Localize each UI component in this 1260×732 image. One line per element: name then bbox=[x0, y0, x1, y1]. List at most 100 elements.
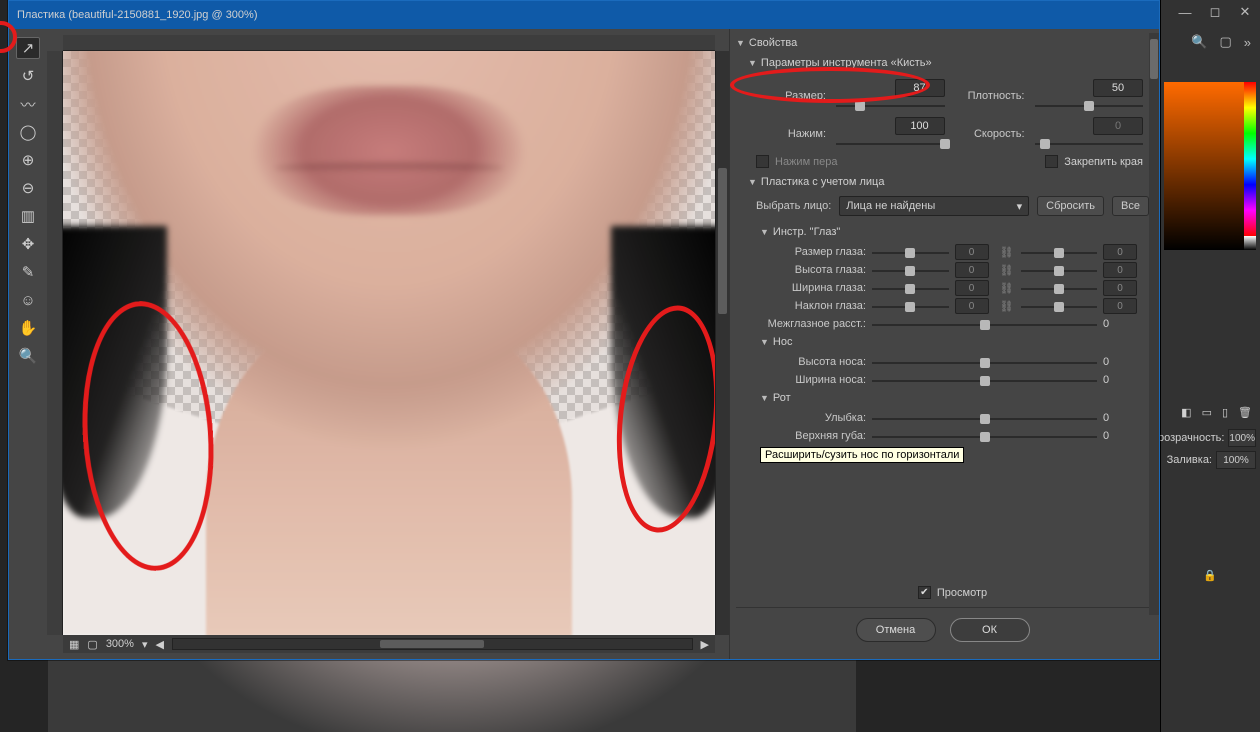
lock-icon[interactable]: 🔒 bbox=[1203, 569, 1217, 582]
dialog-footer: Отмена ОК bbox=[736, 607, 1149, 651]
link-icon[interactable]: ⛓ bbox=[1001, 245, 1013, 259]
eye-height-val-l[interactable]: 0 bbox=[955, 262, 989, 278]
eye-width-val-r[interactable]: 0 bbox=[1103, 280, 1137, 296]
brush-size-value[interactable]: 87 bbox=[895, 79, 945, 97]
tool-freeze-mask[interactable]: ✥ bbox=[16, 233, 40, 255]
tool-face[interactable]: ☺ bbox=[16, 289, 40, 311]
eye-height-val-r[interactable]: 0 bbox=[1103, 262, 1137, 278]
new-icon[interactable]: ▯ bbox=[1222, 406, 1228, 419]
eye-height-slider-r[interactable] bbox=[1021, 264, 1098, 278]
zoom-value[interactable]: 300% bbox=[106, 638, 134, 650]
liquify-canvas-area: ▦ ▢ 300% ▾ ◀ ▶ bbox=[47, 35, 729, 653]
scroll-right-icon[interactable]: ▶ bbox=[701, 638, 709, 651]
tool-forward-warp[interactable]: ↗ bbox=[16, 37, 40, 59]
tool-pucker[interactable]: ⊕ bbox=[16, 149, 40, 171]
liquify-canvas[interactable] bbox=[63, 51, 715, 635]
background-document-canvas bbox=[48, 660, 856, 732]
eye-width-slider-r[interactable] bbox=[1021, 282, 1098, 296]
window-minimize[interactable]: — bbox=[1170, 0, 1200, 24]
window-close[interactable]: ✕ bbox=[1230, 0, 1260, 24]
tool-bloat[interactable]: ⊖ bbox=[16, 177, 40, 199]
tool-push-left[interactable]: ▥ bbox=[16, 205, 40, 227]
ok-button[interactable]: ОК bbox=[950, 618, 1030, 642]
mouth-header[interactable]: ▼Рот bbox=[736, 388, 1149, 408]
layers-mini-panel: ◧ ▭ ▯ 🗑 розрачность: 100% Заливка: 100% … bbox=[1164, 400, 1256, 582]
eye-tilt-val-r[interactable]: 0 bbox=[1103, 298, 1137, 314]
preview-check[interactable]: ✔Просмотр bbox=[736, 582, 1149, 607]
eye-width-val-l[interactable]: 0 bbox=[955, 280, 989, 296]
eye-dist-slider[interactable] bbox=[872, 318, 1097, 332]
liquify-tools: ↗ ↺ 〰 ◯ ⊕ ⊖ ▥ ✥ ✎ ☺ ✋ 🔍 bbox=[9, 29, 47, 659]
properties-header[interactable]: ▼Свойства bbox=[736, 33, 1149, 53]
brush-pressure-value[interactable]: 100 bbox=[895, 117, 945, 135]
brush-size-slider[interactable] bbox=[836, 99, 945, 113]
face-aware-header[interactable]: ▼Пластика с учетом лица bbox=[736, 172, 1149, 192]
eye-tilt-val-l[interactable]: 0 bbox=[955, 298, 989, 314]
view-grid-icon[interactable]: ▦ bbox=[69, 638, 79, 651]
search-icon[interactable]: 🔍 bbox=[1191, 34, 1207, 50]
color-picker-panel[interactable] bbox=[1164, 82, 1256, 250]
view-single-icon[interactable]: ▢ bbox=[87, 638, 97, 651]
tool-thaw-mask[interactable]: ✎ bbox=[16, 261, 40, 283]
fill-value[interactable]: 100% bbox=[1216, 451, 1256, 469]
window-maximize[interactable]: ◻ bbox=[1200, 0, 1230, 24]
annotation-ellipse-left bbox=[74, 297, 223, 575]
nose-header[interactable]: ▼Нос bbox=[736, 332, 1149, 352]
nose-width-val[interactable]: 0 bbox=[1103, 374, 1143, 386]
eye-size-slider-l[interactable] bbox=[872, 246, 949, 260]
tool-hand[interactable]: ✋ bbox=[16, 317, 40, 339]
nose-height-slider[interactable] bbox=[872, 356, 1097, 370]
annotation-ellipse-right bbox=[606, 300, 715, 537]
smile-slider[interactable] bbox=[872, 412, 1097, 426]
cancel-button[interactable]: Отмена bbox=[856, 618, 936, 642]
scroll-left-icon[interactable]: ◀ bbox=[155, 638, 163, 651]
brush-pressure-slider[interactable] bbox=[836, 137, 945, 151]
link-icon[interactable]: ⛓ bbox=[1001, 299, 1013, 313]
upper-lip-slider[interactable] bbox=[872, 430, 1097, 444]
link-icon[interactable]: ⛓ bbox=[1001, 263, 1013, 277]
brush-density-value[interactable]: 50 bbox=[1093, 79, 1143, 97]
face-all-button[interactable]: Все bbox=[1112, 196, 1149, 216]
tool-zoom[interactable]: 🔍 bbox=[16, 345, 40, 367]
dialog-title: Пластика (beautiful-2150881_1920.jpg @ 3… bbox=[17, 9, 258, 21]
eyes-header[interactable]: ▼Инстр. "Глаз" bbox=[736, 222, 1149, 242]
trash-icon[interactable]: 🗑 bbox=[1238, 406, 1252, 419]
dialog-titlebar[interactable]: Пластика (beautiful-2150881_1920.jpg @ 3… bbox=[9, 1, 1159, 29]
nose-height-row: Высота носа: 0 bbox=[736, 352, 1149, 370]
link-icon[interactable]: ⛓ bbox=[1001, 281, 1013, 295]
face-reset-button[interactable]: Сбросить bbox=[1037, 196, 1104, 216]
tool-reconstruct[interactable]: ↺ bbox=[16, 65, 40, 87]
liquify-properties-panel: ▼Свойства ▼Параметры инструмента «Кисть»… bbox=[729, 29, 1159, 659]
face-select-dropdown[interactable]: Лица не найдены▾ bbox=[839, 196, 1029, 216]
eye-tilt-slider-l[interactable] bbox=[872, 300, 949, 314]
upper-lip-val[interactable]: 0 bbox=[1103, 430, 1143, 442]
nose-width-slider[interactable] bbox=[872, 374, 1097, 388]
smile-val[interactable]: 0 bbox=[1103, 412, 1143, 424]
eye-width-slider-l[interactable] bbox=[872, 282, 949, 296]
brush-options-header[interactable]: ▼Параметры инструмента «Кисть» bbox=[736, 53, 1149, 73]
opacity-value[interactable]: 100% bbox=[1228, 429, 1256, 447]
tool-twirl[interactable]: ◯ bbox=[16, 121, 40, 143]
eye-size-slider-r[interactable] bbox=[1021, 246, 1098, 260]
eye-tilt-slider-r[interactable] bbox=[1021, 300, 1098, 314]
nose-height-val[interactable]: 0 bbox=[1103, 356, 1143, 368]
tool-smooth[interactable]: 〰 bbox=[16, 93, 40, 115]
eye-size-val-l[interactable]: 0 bbox=[955, 244, 989, 260]
canvas-scroll-vertical[interactable] bbox=[715, 51, 729, 635]
eye-size-val-r[interactable]: 0 bbox=[1103, 244, 1137, 260]
fill-label: Заливка: bbox=[1167, 454, 1212, 466]
face-select-label: Выбрать лицо: bbox=[756, 200, 831, 212]
stylus-pressure-check: Нажим пера bbox=[756, 155, 838, 168]
zoom-dropdown-icon[interactable]: ▾ bbox=[142, 638, 148, 651]
eye-dist-val[interactable]: 0 bbox=[1103, 318, 1143, 330]
mask-icon[interactable]: ▭ bbox=[1202, 406, 1212, 419]
panel-scrollbar[interactable] bbox=[1149, 33, 1159, 615]
upper-lip-row: Верхняя губа: 0 bbox=[736, 426, 1149, 444]
canvas-scroll-horizontal[interactable] bbox=[172, 638, 693, 650]
eye-height-slider-l[interactable] bbox=[872, 264, 949, 278]
artboard-icon[interactable]: ◧ bbox=[1181, 406, 1191, 419]
frames-icon[interactable]: ▢ bbox=[1219, 34, 1231, 50]
brush-density-slider[interactable] bbox=[1035, 99, 1144, 113]
panel-menu-icon[interactable]: » bbox=[1244, 35, 1251, 50]
pin-edges-check[interactable]: Закрепить края bbox=[1045, 155, 1143, 168]
